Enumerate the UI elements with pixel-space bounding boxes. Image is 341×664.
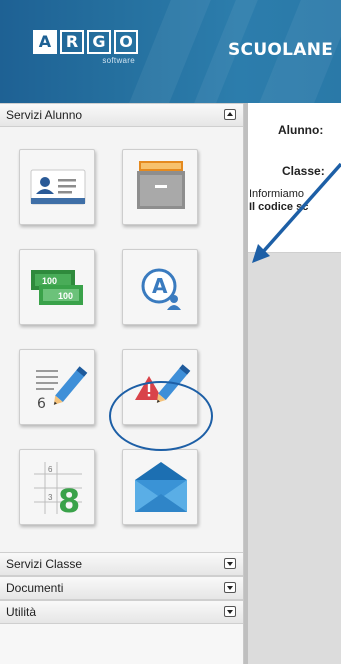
tile-assenze[interactable]: A: [122, 249, 198, 325]
code-text: Il codice sc: [249, 201, 309, 213]
grade-digit: 6: [37, 396, 46, 412]
section-label: Servizi Classe: [6, 557, 83, 571]
collapse-icon[interactable]: [224, 109, 236, 120]
tile-anagrafe[interactable]: [19, 149, 95, 225]
expand-icon[interactable]: [224, 558, 236, 569]
section-label: Utilità: [6, 605, 37, 619]
absence-letter: A: [152, 274, 168, 298]
logo-letter: O: [114, 30, 138, 54]
big-grade-digit: 8: [58, 482, 80, 518]
banknote-amount: 100: [42, 276, 57, 286]
servizi-alunno-panel: 100 100 A 6 6 3 8: [0, 127, 243, 552]
logo-letter: A: [33, 30, 57, 54]
student-info-panel: Alunno: Classe: Informiamo Il codice sc: [248, 103, 341, 253]
section-documenti[interactable]: Documenti: [0, 576, 243, 600]
archive-drawer-icon: [137, 161, 185, 209]
grades-pencil-icon: 6: [36, 366, 88, 412]
logo-subtitle: software: [102, 56, 135, 65]
logo-letter: G: [87, 30, 111, 54]
expand-icon[interactable]: [224, 582, 236, 593]
section-utilita[interactable]: Utilità: [0, 600, 243, 624]
grid-digit: 6: [48, 465, 53, 474]
expand-icon[interactable]: [224, 606, 236, 617]
main-content: Alunno: Classe: Informiamo Il codice sc: [244, 103, 341, 664]
tile-scrutini[interactable]: 6 3 8: [19, 449, 95, 525]
section-servizi-alunno[interactable]: Servizi Alunno: [0, 103, 243, 127]
grid-digit: 3: [48, 493, 53, 502]
absences-user-icon: A: [141, 268, 181, 310]
highlight-circle: [109, 381, 213, 451]
class-label: Classe:: [282, 164, 325, 178]
student-label: Alunno:: [278, 123, 324, 137]
banknotes-icon: 100 100: [31, 270, 83, 305]
section-label: Servizi Alunno: [6, 108, 83, 122]
info-text: Informiamo: [249, 188, 305, 200]
tile-curriculum[interactable]: [122, 149, 198, 225]
app-header: A R G O software SCUOLANE: [0, 0, 341, 103]
envelope-icon: [135, 462, 187, 512]
grade-grid-icon: 6 3 8: [34, 462, 82, 518]
argo-logo[interactable]: A R G O software: [33, 30, 145, 65]
app-title: SCUOLANE: [228, 40, 334, 60]
logo-letter: R: [60, 30, 84, 54]
section-label: Documenti: [6, 581, 64, 595]
tile-bacheca[interactable]: [122, 449, 198, 525]
student-id-card-icon: [30, 169, 86, 205]
section-servizi-classe[interactable]: Servizi Classe: [0, 552, 243, 576]
banknote-amount: 100: [58, 291, 73, 301]
sidebar: Servizi Alunno 100 100 A 6 6 3 8 Servizi…: [0, 103, 244, 664]
tile-tasse[interactable]: 100 100: [19, 249, 95, 325]
tile-voti[interactable]: 6: [19, 349, 95, 425]
